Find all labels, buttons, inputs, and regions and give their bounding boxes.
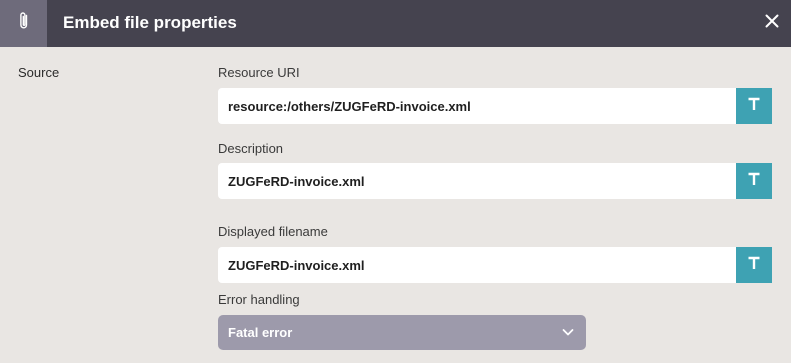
error-handling-label: Error handling [218,292,300,307]
header-icon-box [0,0,47,47]
embed-file-properties-dialog: Embed file properties Source Resource UR… [0,0,791,363]
resource-uri-input[interactable]: resource:/others/ZUGFeRD-invoice.xml [218,88,736,124]
displayed-filename-input[interactable]: ZUGFeRD-invoice.xml [218,247,736,283]
description-label: Description [218,141,284,156]
text-format-icon [747,97,761,116]
paperclip-icon [17,11,31,36]
text-format-icon [747,256,761,275]
dialog-header: Embed file properties [0,0,791,47]
error-handling-select[interactable]: Fatal error [218,315,586,350]
error-handling-selected-value: Fatal error [228,325,293,340]
resource-uri-text-button[interactable] [736,88,772,124]
section-label-source: Source [18,65,60,80]
resource-uri-label: Resource URI [218,65,300,80]
chevron-down-icon [561,325,575,339]
dialog-title: Embed file properties [63,13,237,32]
description-text-button[interactable] [736,163,772,199]
close-button[interactable] [762,13,782,33]
displayed-filename-label: Displayed filename [218,224,328,239]
close-icon [765,14,779,33]
text-format-icon [747,172,761,191]
displayed-filename-text-button[interactable] [736,247,772,283]
description-input[interactable]: ZUGFeRD-invoice.xml [218,163,736,199]
